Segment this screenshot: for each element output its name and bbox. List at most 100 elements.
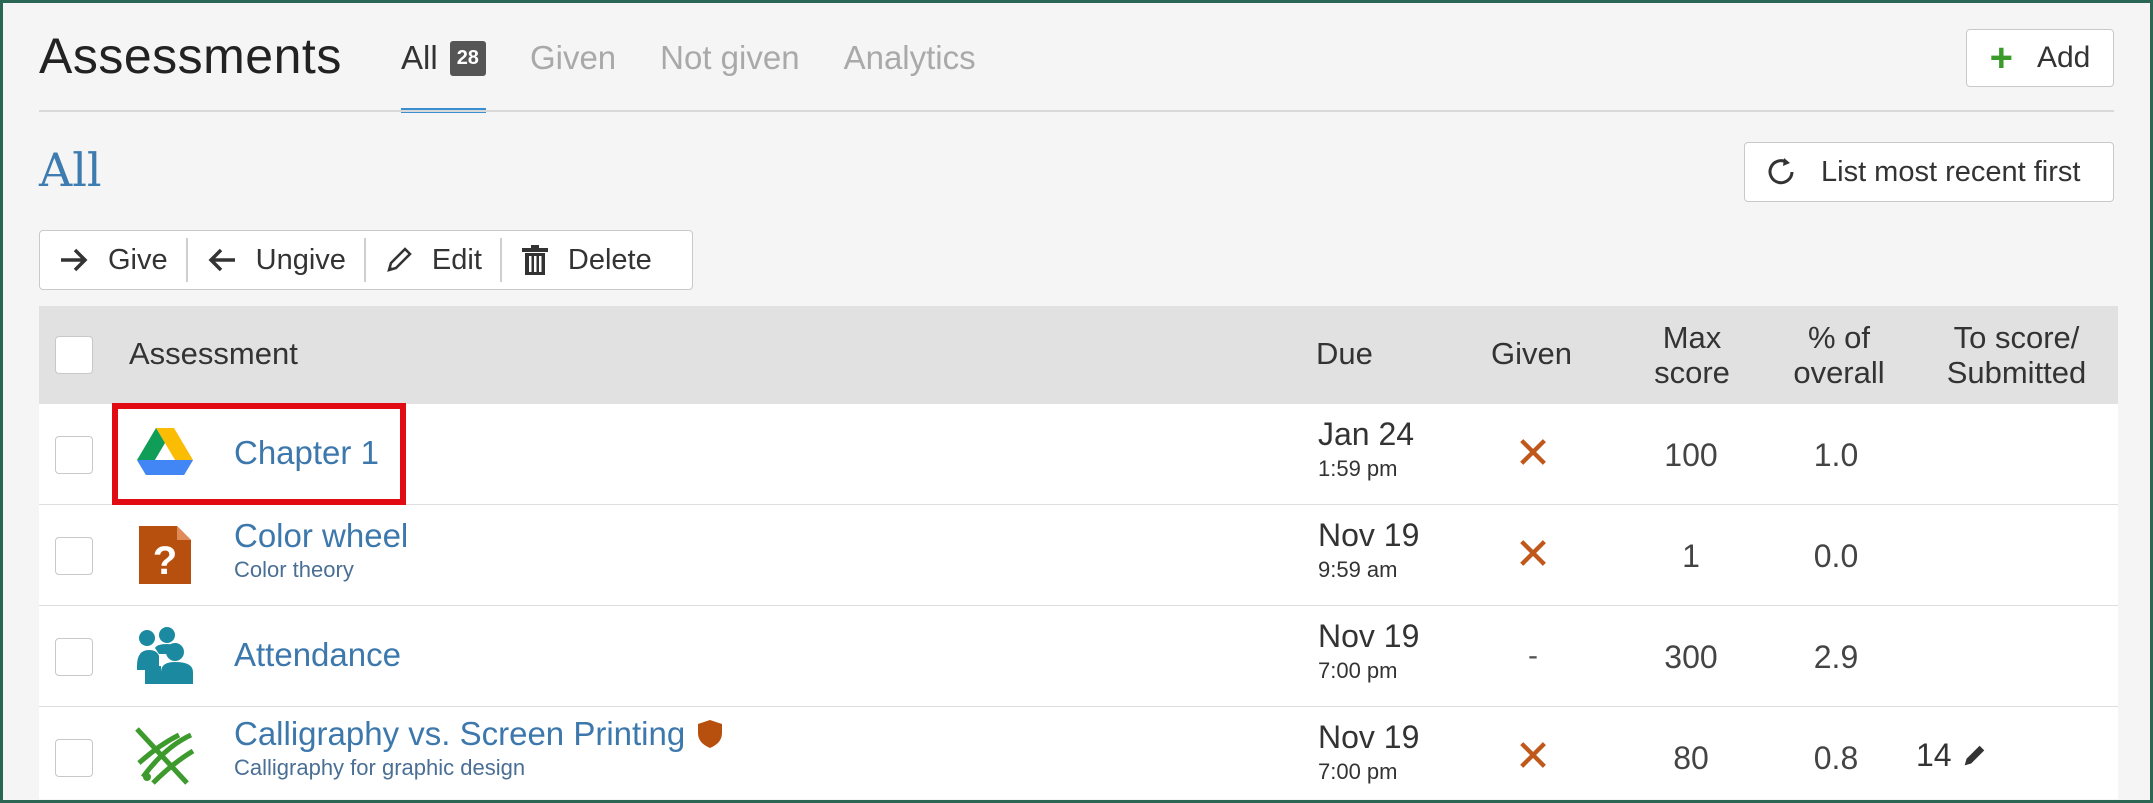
google-drive-icon xyxy=(136,426,194,483)
assessment-name: Calligraphy vs. Screen Printing xyxy=(234,715,686,752)
delete-button[interactable]: Delete xyxy=(502,231,670,289)
tab-not-given-label: Not given xyxy=(660,39,800,76)
shield-icon xyxy=(698,720,723,748)
tab-all[interactable]: All 28 xyxy=(401,3,486,113)
tab-given[interactable]: Given xyxy=(530,3,616,113)
assessment-title-link[interactable]: Chapter 1 xyxy=(234,434,379,472)
give-button[interactable]: Give xyxy=(40,231,186,289)
column-header-due[interactable]: Due xyxy=(1316,336,1373,371)
not-given-icon: ✕ xyxy=(1514,530,1552,579)
row-checkbox[interactable] xyxy=(55,436,93,474)
ungive-label: Ungive xyxy=(255,243,346,276)
max-score: 80 xyxy=(1673,740,1709,776)
max-score-header-line2: score xyxy=(1654,355,1730,390)
due-cell: Nov 19 9:59 am xyxy=(1318,517,1419,583)
tab-analytics[interactable]: Analytics xyxy=(844,3,976,113)
question-file-icon: ? xyxy=(137,524,193,591)
edit-label: Edit xyxy=(431,243,482,276)
assessment-name: Color wheel xyxy=(234,517,409,554)
due-date: Nov 19 xyxy=(1318,719,1420,755)
assessment-title-link[interactable]: Calligraphy vs. Screen Printing Calligra… xyxy=(234,715,723,781)
action-toolbar: Give Ungive Edit Delete xyxy=(39,230,693,290)
assessment-subtitle: Color theory xyxy=(234,557,354,582)
assessment-name-wrap: Calligraphy vs. Screen Printing xyxy=(234,715,723,753)
due-date: Jan 24 xyxy=(1318,416,1415,452)
table-header: Assessment Due Given Max score % of over… xyxy=(39,306,2118,404)
delete-label: Delete xyxy=(567,243,652,276)
arrow-right-icon xyxy=(61,248,88,272)
to-score-count: 14 xyxy=(1916,737,1952,773)
assessments-table: Assessment Due Given Max score % of over… xyxy=(39,306,2118,799)
row-checkbox[interactable] xyxy=(55,739,93,777)
due-time: 7:00 pm xyxy=(1318,759,1398,784)
page-title: Assessments xyxy=(39,28,342,84)
max-score: 1 xyxy=(1682,538,1700,574)
percent-overall: 0.0 xyxy=(1813,538,1859,574)
section-title: All xyxy=(39,143,102,197)
sort-button[interactable]: List most recent first xyxy=(1744,142,2114,202)
percent-overall: 2.9 xyxy=(1813,639,1859,675)
pencil-icon xyxy=(1964,745,1984,765)
to-score-link[interactable]: 14 xyxy=(1916,737,1988,774)
column-header-to-score[interactable]: To score/ Submitted xyxy=(1924,320,2109,390)
table-row[interactable]: ? Color wheel Color theory Nov 19 9:59 a… xyxy=(39,505,2118,606)
max-score-header-line1: Max xyxy=(1662,320,1722,355)
due-date: Nov 19 xyxy=(1318,517,1420,553)
row-checkbox[interactable] xyxy=(55,638,93,676)
count-badge: 28 xyxy=(449,40,486,76)
to-score-header-line1: To score/ xyxy=(1953,320,2080,355)
edit-button[interactable]: Edit xyxy=(366,231,500,289)
max-score: 300 xyxy=(1664,639,1718,675)
header-divider xyxy=(39,110,2114,112)
to-score-header-line2: Submitted xyxy=(1946,355,2087,390)
row-checkbox[interactable] xyxy=(55,537,93,575)
due-cell: Nov 19 7:00 pm xyxy=(1318,618,1419,684)
column-header-percent[interactable]: % of overall xyxy=(1764,320,1914,390)
ungive-button[interactable]: Ungive xyxy=(188,231,364,289)
not-given-icon: ✕ xyxy=(1514,429,1552,478)
discussion-icon xyxy=(135,727,197,790)
tab-not-given[interactable]: Not given xyxy=(660,3,799,113)
refresh-icon xyxy=(1768,158,1794,185)
svg-text:?: ? xyxy=(153,539,177,583)
assessment-subtitle: Calligraphy for graphic design xyxy=(234,755,526,780)
plus-icon: + xyxy=(1989,36,2013,80)
column-header-given[interactable]: Given xyxy=(1491,336,1572,371)
percent-header-line1: % of xyxy=(1807,320,1871,355)
app-frame: Assessments All 28 Given Not given Analy… xyxy=(0,0,2153,803)
table-row[interactable]: Calligraphy vs. Screen Printing Calligra… xyxy=(39,707,2118,799)
table-row[interactable]: Attendance Nov 19 7:00 pm - 300 2.9 xyxy=(39,606,2118,707)
column-header-max-score[interactable]: Max score xyxy=(1627,320,1757,390)
percent-overall: 0.8 xyxy=(1813,740,1859,776)
tab-given-label: Given xyxy=(529,39,617,76)
trash-icon xyxy=(521,245,548,275)
due-time: 7:00 pm xyxy=(1318,658,1398,683)
max-score: 100 xyxy=(1664,437,1718,473)
assessment-title-link[interactable]: Attendance xyxy=(234,636,401,674)
due-date: Nov 19 xyxy=(1318,618,1420,654)
tab-analytics-label: Analytics xyxy=(843,39,976,76)
tab-all-label: All xyxy=(401,39,438,76)
column-header-assessment[interactable]: Assessment xyxy=(129,336,298,371)
due-cell: Jan 24 1:59 pm xyxy=(1318,416,1414,482)
attendance-icon xyxy=(135,626,197,691)
given-status: - xyxy=(1528,639,1538,672)
assessment-name: Chapter 1 xyxy=(234,434,379,471)
percent-header-line2: overall xyxy=(1793,355,1885,390)
tab-bar: All 28 Given Not given Analytics xyxy=(401,3,1020,113)
add-button[interactable]: + Add xyxy=(1966,29,2114,87)
sort-button-label: List most recent first xyxy=(1821,155,2081,188)
due-cell: Nov 19 7:00 pm xyxy=(1318,719,1419,785)
pencil-icon xyxy=(387,247,412,272)
table-row[interactable]: Chapter 1 Jan 24 1:59 pm ✕ 100 1.0 xyxy=(39,404,2118,505)
give-label: Give xyxy=(108,243,168,276)
due-time: 1:59 pm xyxy=(1318,456,1398,481)
assessment-name: Attendance xyxy=(234,636,401,673)
due-time: 9:59 am xyxy=(1318,557,1398,582)
arrow-left-icon xyxy=(208,248,235,272)
percent-overall: 1.0 xyxy=(1813,437,1859,473)
add-button-label: Add xyxy=(2036,41,2091,74)
assessment-title-link[interactable]: Color wheel Color theory xyxy=(234,517,408,583)
not-given-icon: ✕ xyxy=(1514,732,1552,781)
select-all-checkbox[interactable] xyxy=(55,336,93,374)
